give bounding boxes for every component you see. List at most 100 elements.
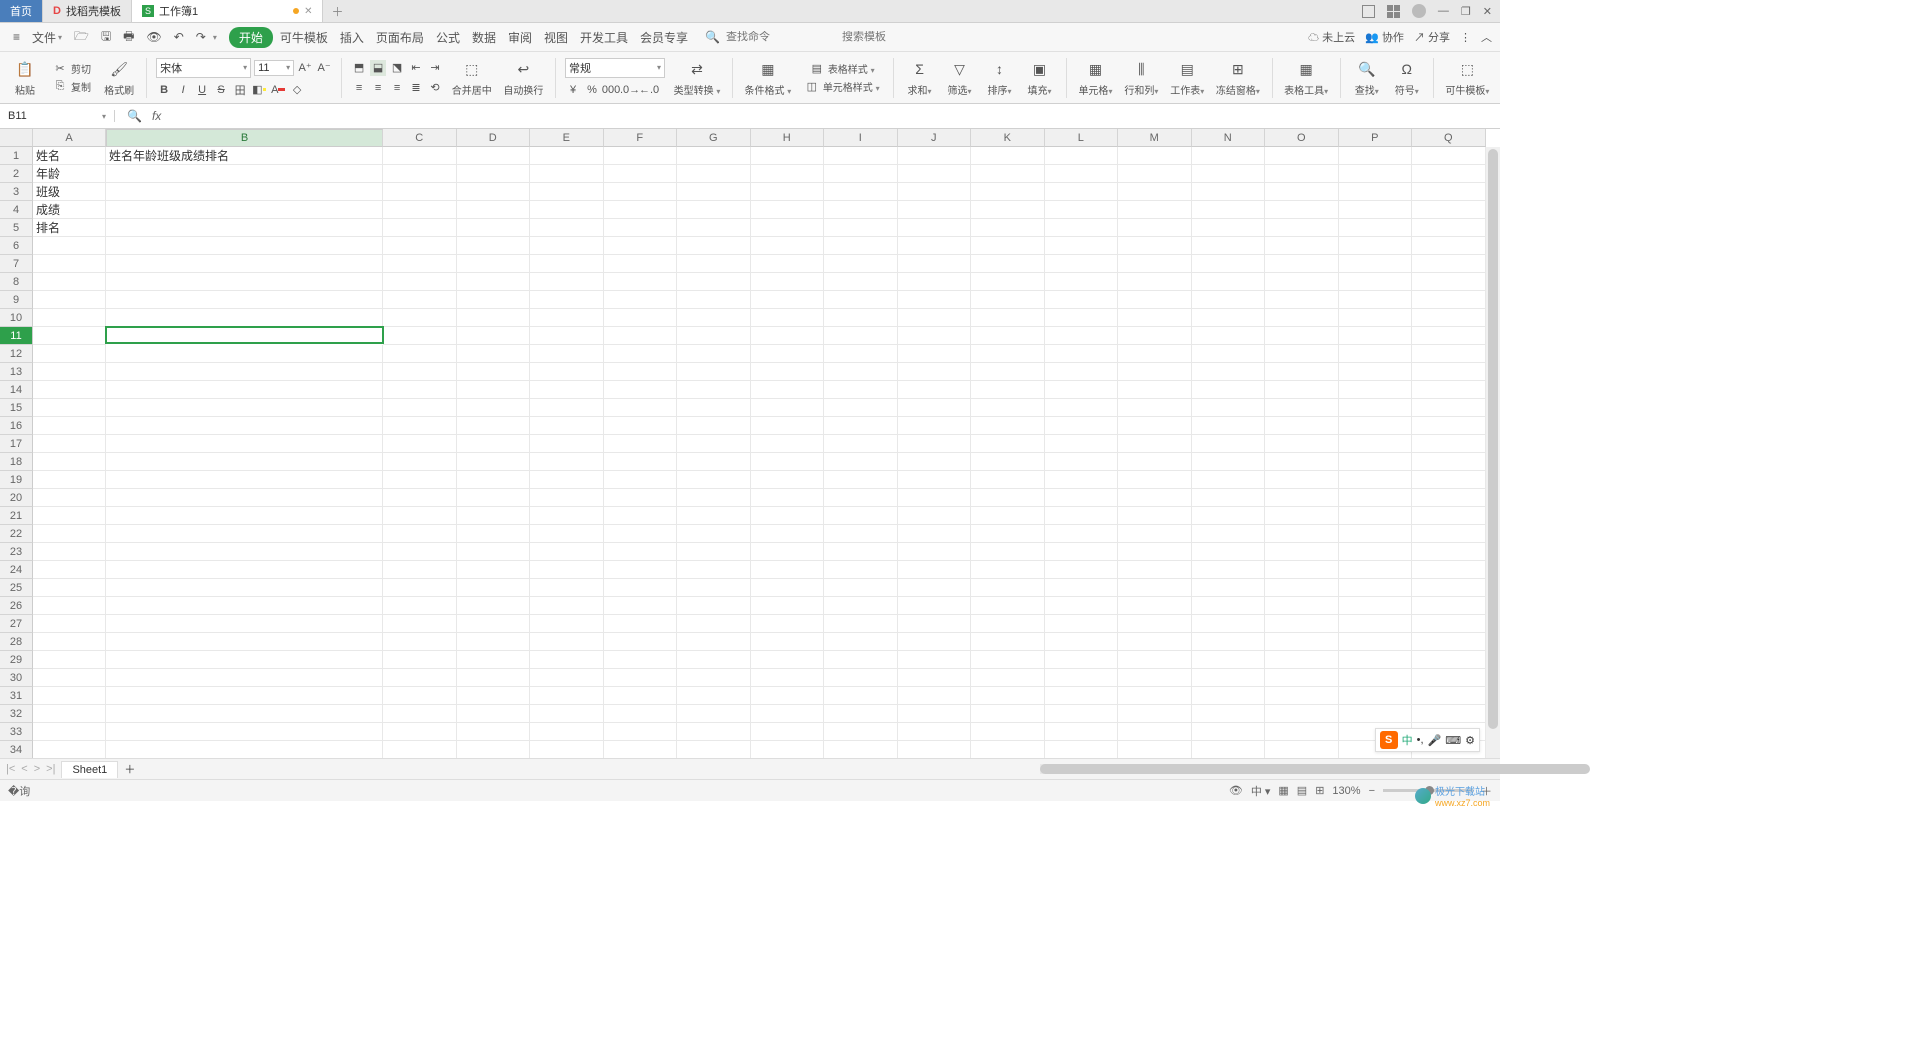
col-header[interactable]: E [530, 129, 604, 147]
cell[interactable] [971, 183, 1045, 201]
typeconv-group[interactable]: ⇄类型转换 ▾ [671, 58, 723, 97]
cell[interactable] [1265, 219, 1339, 237]
cell[interactable] [530, 471, 604, 489]
row-header[interactable]: 24 [0, 561, 33, 579]
cell[interactable] [677, 273, 751, 291]
cell[interactable] [971, 687, 1045, 705]
undo-icon[interactable]: ↶ [169, 27, 189, 47]
cell[interactable] [1412, 417, 1486, 435]
cell[interactable] [457, 561, 531, 579]
cell[interactable] [1339, 579, 1413, 597]
cell[interactable] [898, 255, 972, 273]
cell[interactable] [383, 507, 457, 525]
cell[interactable] [1045, 597, 1119, 615]
app-menu-icon[interactable]: ≡ [8, 27, 25, 47]
align-top-icon[interactable]: ⬒ [351, 60, 367, 76]
cell[interactable] [898, 741, 972, 758]
cell[interactable] [1118, 669, 1192, 687]
cell[interactable] [1339, 417, 1413, 435]
cell[interactable] [898, 399, 972, 417]
cell[interactable] [1265, 525, 1339, 543]
menu-kn-template[interactable]: 可牛模板 [275, 26, 333, 49]
cell[interactable] [1265, 309, 1339, 327]
fill-group[interactable]: ▣填充▾ [1023, 58, 1057, 97]
cell[interactable] [604, 507, 678, 525]
cell[interactable] [1265, 147, 1339, 165]
cell[interactable] [1192, 723, 1266, 741]
cell[interactable] [1045, 363, 1119, 381]
cell[interactable] [105, 326, 384, 344]
cell[interactable] [106, 705, 383, 723]
cell[interactable] [1192, 309, 1266, 327]
fill-color-button[interactable]: ◧ [251, 82, 267, 98]
cell[interactable] [824, 399, 898, 417]
cell[interactable] [1339, 705, 1413, 723]
cell[interactable] [971, 435, 1045, 453]
cell[interactable] [1339, 669, 1413, 687]
cell[interactable] [677, 507, 751, 525]
cell[interactable] [824, 525, 898, 543]
row-header[interactable]: 20 [0, 489, 33, 507]
cell[interactable] [383, 165, 457, 183]
cell[interactable] [751, 543, 825, 561]
cell[interactable] [824, 381, 898, 399]
cell[interactable] [530, 453, 604, 471]
cell[interactable] [677, 651, 751, 669]
ime-toolbar[interactable]: S 中 •, 🎤 ⌨ ⚙ [1375, 728, 1480, 752]
close-tab-icon[interactable]: ✕ [304, 6, 312, 17]
cell[interactable] [751, 507, 825, 525]
cell[interactable] [1412, 453, 1486, 471]
cell[interactable] [604, 453, 678, 471]
cell[interactable] [1339, 399, 1413, 417]
cell[interactable] [383, 471, 457, 489]
sort-group[interactable]: ↕排序▾ [983, 58, 1017, 97]
cell[interactable] [1192, 183, 1266, 201]
cell[interactable] [1045, 669, 1119, 687]
cell[interactable] [898, 165, 972, 183]
cell[interactable] [530, 147, 604, 165]
cell[interactable] [677, 615, 751, 633]
cell[interactable] [751, 165, 825, 183]
cell[interactable] [971, 651, 1045, 669]
cell[interactable] [1339, 165, 1413, 183]
cell[interactable] [751, 453, 825, 471]
cell[interactable] [1339, 561, 1413, 579]
row-header[interactable]: 1 [0, 147, 33, 165]
cell[interactable] [677, 147, 751, 165]
cellstyle-icon[interactable]: ◫ [804, 79, 820, 95]
cell[interactable] [1265, 255, 1339, 273]
align-bot-icon[interactable]: ⬔ [389, 60, 405, 76]
painter-group[interactable]: 🖌 格式刷 [101, 58, 137, 97]
cell[interactable] [824, 453, 898, 471]
decrease-font-icon[interactable]: A⁻ [316, 60, 332, 76]
cell[interactable]: 排名 [33, 219, 106, 237]
cell[interactable] [971, 219, 1045, 237]
cell[interactable] [1192, 327, 1266, 345]
cell[interactable] [1265, 237, 1339, 255]
cell[interactable] [33, 669, 106, 687]
cell[interactable] [1118, 237, 1192, 255]
cell[interactable] [1412, 147, 1486, 165]
cell[interactable] [106, 183, 383, 201]
cell[interactable] [1045, 381, 1119, 399]
cell[interactable] [604, 345, 678, 363]
cell[interactable] [1339, 597, 1413, 615]
cell[interactable] [824, 633, 898, 651]
ime-kbd-icon[interactable]: ⌨ [1445, 734, 1461, 747]
maximize-icon[interactable]: ❐ [1461, 5, 1471, 18]
cell[interactable] [898, 525, 972, 543]
symbol-group[interactable]: Ω符号▾ [1390, 58, 1424, 97]
cell[interactable] [1045, 633, 1119, 651]
cell[interactable] [1118, 525, 1192, 543]
cell[interactable] [530, 489, 604, 507]
cell[interactable] [604, 201, 678, 219]
cell[interactable] [751, 363, 825, 381]
cell[interactable] [824, 273, 898, 291]
row-header[interactable]: 4 [0, 201, 33, 219]
more-icon[interactable]: ⋮ [1460, 31, 1471, 44]
sheet-last-icon[interactable]: >| [46, 763, 55, 775]
cell[interactable] [1339, 453, 1413, 471]
cell[interactable] [898, 543, 972, 561]
cell[interactable] [677, 723, 751, 741]
cell[interactable] [1118, 597, 1192, 615]
